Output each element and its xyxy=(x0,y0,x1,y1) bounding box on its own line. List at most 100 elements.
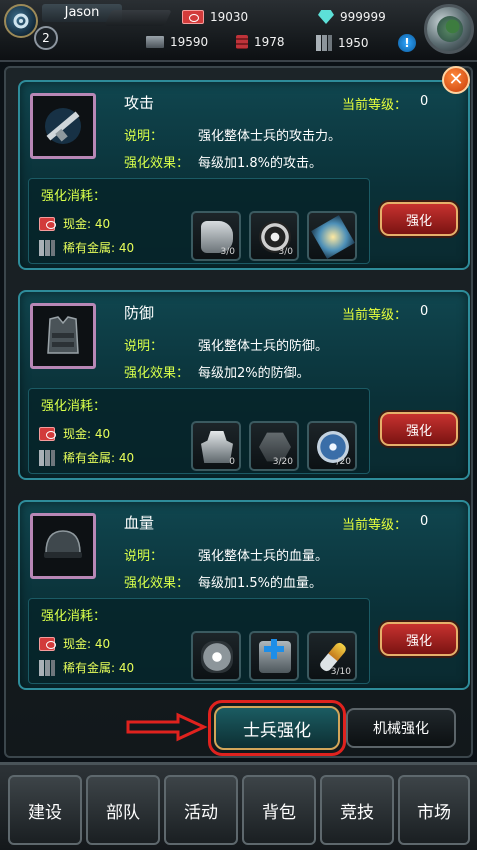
steel-value: 19590 xyxy=(170,35,209,49)
material-count: 3/0 xyxy=(278,247,293,257)
rare-metal-icon xyxy=(316,35,332,51)
cost-cash-row: 现金: 40 xyxy=(39,635,110,652)
info-alert-icon[interactable]: ! xyxy=(398,34,416,52)
gear-part-icon xyxy=(201,641,233,673)
effect-text: 每级加2%的防御。 xyxy=(198,366,310,381)
cost-cash-text: 现金: 40 xyxy=(63,427,111,441)
material-count: 0 xyxy=(229,457,235,467)
card-title: 血量 xyxy=(124,514,155,532)
description-label: 说明： xyxy=(124,549,164,564)
cost-metal-row: 稀有金属: 40 xyxy=(39,239,134,256)
missile-part-icon xyxy=(311,215,355,259)
effect-label: 强化效果： xyxy=(124,366,190,381)
upgrade-card-defense: 防御 当前等级： 0 说明： 强化整体士兵的防御。 强化效果： 每级加2%的防御… xyxy=(18,290,470,480)
cash-icon xyxy=(182,10,204,24)
steel-icon xyxy=(146,36,164,48)
tab-mech-upgrade[interactable]: 机械强化 xyxy=(346,708,456,748)
close-button[interactable]: ✕ xyxy=(442,66,470,94)
helmet-icon xyxy=(44,530,82,558)
cost-metal-text: 稀有金属: 40 xyxy=(63,241,135,255)
upgrade-card-attack: 攻击 当前等级： 0 说明： 强化整体士兵的攻击力。 强化效果： 每级加1.8%… xyxy=(18,80,470,270)
rifle-decoration-icon xyxy=(104,10,172,26)
material-count: 3/10 xyxy=(330,667,351,677)
close-icon: ✕ xyxy=(448,69,464,90)
robot-part-icon xyxy=(201,431,233,463)
cash-icon xyxy=(39,216,56,231)
diamond-icon xyxy=(318,10,334,24)
upgrade-button[interactable]: 强化 xyxy=(380,412,458,446)
card-title: 攻击 xyxy=(124,94,155,112)
effect-text: 每级加1.5%的血量。 xyxy=(198,576,323,591)
effect-label: 强化效果： xyxy=(124,576,190,591)
cost-metal-text: 稀有金属: 40 xyxy=(63,661,135,675)
material-slot-medkit[interactable] xyxy=(249,631,299,681)
defense-item-frame xyxy=(30,303,96,369)
pointer-arrow-icon xyxy=(126,712,208,742)
cost-cash-row: 现金: 40 xyxy=(39,425,110,442)
armor-vest-icon xyxy=(47,316,79,354)
health-item-frame xyxy=(30,513,96,579)
gear-icon xyxy=(13,13,29,29)
description-text: 强化整体士兵的防御。 xyxy=(198,339,329,354)
current-level-value: 0 xyxy=(420,514,429,529)
rare-metal-icon xyxy=(39,449,55,466)
effect-label: 强化效果： xyxy=(124,156,190,171)
attack-item-frame xyxy=(30,93,96,159)
current-level-label: 当前等级： xyxy=(342,518,408,533)
material-slot-disc[interactable]: /20 xyxy=(307,421,357,471)
rifle-icon xyxy=(45,108,81,144)
description-text: 强化整体士兵的血量。 xyxy=(198,549,329,564)
cash-resource: 19030 xyxy=(182,10,248,24)
material-slot-syringe[interactable]: 3/10 xyxy=(307,631,357,681)
effect-text: 每级加1.8%的攻击。 xyxy=(198,156,323,171)
oil-value: 1978 xyxy=(254,35,285,49)
nav-troops[interactable]: 部队 xyxy=(86,775,160,845)
world-map-globe-button[interactable] xyxy=(424,4,474,54)
top-status-bar: Jason 2 19030 999999 19590 1978 1950 ! xyxy=(0,0,477,62)
tab-soldier-upgrade[interactable]: 士兵强化 xyxy=(214,706,340,750)
player-level-badge: 2 xyxy=(34,26,58,50)
material-count: 3/0 xyxy=(220,247,235,257)
upgrade-cost-box: 强化消耗： 现金: 40 稀有金属: 40 3/0 3/0 xyxy=(28,178,370,264)
rare-metal-icon xyxy=(39,239,55,256)
card-title: 防御 xyxy=(124,304,155,322)
rare-metal-icon xyxy=(39,659,55,676)
upgrade-cost-box: 强化消耗： 现金: 40 稀有金属: 40 0 3/20 /20 xyxy=(28,388,370,474)
description-label: 说明： xyxy=(124,129,164,144)
cost-cash-row: 现金: 40 xyxy=(39,215,110,232)
description-text: 强化整体士兵的攻击力。 xyxy=(198,129,342,144)
nav-build[interactable]: 建设 xyxy=(8,775,82,845)
upgrade-cost-box: 强化消耗： 现金: 40 稀有金属: 40 3/10 xyxy=(28,598,370,684)
upgrade-button[interactable]: 强化 xyxy=(380,202,458,236)
cost-title: 强化消耗： xyxy=(41,399,107,414)
material-slot-missile[interactable] xyxy=(307,211,357,261)
material-slot-robot[interactable]: 0 xyxy=(191,421,241,471)
cost-metal-row: 稀有金属: 40 xyxy=(39,449,134,466)
steel-resource: 19590 xyxy=(146,35,208,49)
nav-backpack[interactable]: 背包 xyxy=(242,775,316,845)
material-slot-gear[interactable] xyxy=(191,631,241,681)
upgrade-button[interactable]: 强化 xyxy=(380,622,458,656)
bottom-navigation: 建设 部队 活动 背包 竞技 市场 xyxy=(0,762,477,850)
current-level-value: 0 xyxy=(420,304,429,319)
current-level-value: 0 xyxy=(420,94,429,109)
cash-value: 19030 xyxy=(210,10,249,24)
nav-events[interactable]: 活动 xyxy=(164,775,238,845)
cash-icon xyxy=(39,636,56,651)
oil-resource: 1978 xyxy=(236,35,285,49)
nav-market[interactable]: 市场 xyxy=(398,775,470,845)
material-slot-wheel[interactable]: 3/0 xyxy=(249,211,299,261)
player-avatar[interactable] xyxy=(4,4,38,38)
description-label: 说明： xyxy=(124,339,164,354)
material-slot-cannon[interactable]: 3/0 xyxy=(191,211,241,261)
upgrade-panel: 攻击 当前等级： 0 说明： 强化整体士兵的攻击力。 强化效果： 每级加1.8%… xyxy=(4,66,473,758)
material-count: /20 xyxy=(336,457,351,467)
nav-arena[interactable]: 竞技 xyxy=(320,775,394,845)
material-count: 3/20 xyxy=(272,457,293,467)
current-level-label: 当前等级： xyxy=(342,308,408,323)
upgrade-card-health: 血量 当前等级： 0 说明： 强化整体士兵的血量。 强化效果： 每级加1.5%的… xyxy=(18,500,470,690)
metal-value: 1950 xyxy=(338,36,369,50)
cost-metal-row: 稀有金属: 40 xyxy=(39,659,134,676)
current-level-label: 当前等级： xyxy=(342,98,408,113)
material-slot-nuts[interactable]: 3/20 xyxy=(249,421,299,471)
